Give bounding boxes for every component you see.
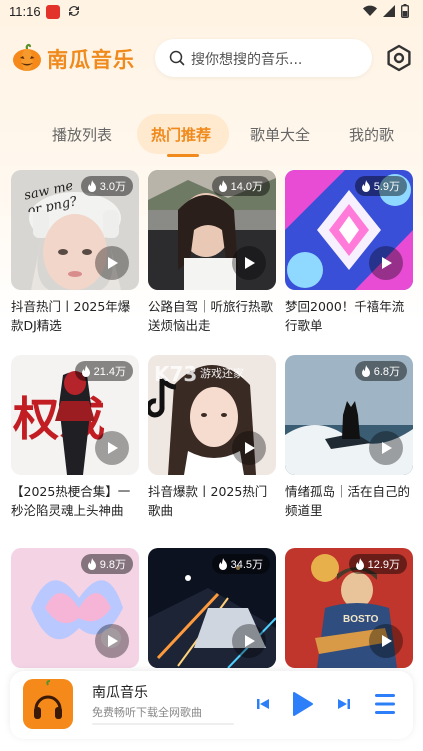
watermark-logo: K73 游戏还家 <box>154 362 244 386</box>
playlist-grid: saw me or png? 3.0万 抖音热门丨2025年爆款DJ精选 14.… <box>0 170 423 670</box>
playlist-cover: 14.0万 <box>148 170 276 290</box>
play-button[interactable] <box>95 624 129 658</box>
playlist-card[interactable]: 12.9万 BOSTO <box>285 548 413 668</box>
play-icon <box>382 635 392 647</box>
play-button[interactable] <box>232 431 266 465</box>
player-cover[interactable] <box>23 679 73 729</box>
playlist-title: 梦回2000！千禧年流行歌单 <box>285 299 405 333</box>
player-title: 南瓜音乐 <box>92 685 148 701</box>
tab-playlist[interactable]: 播放列表 <box>52 124 112 145</box>
headphones-icon <box>34 680 62 719</box>
signal-icon <box>383 5 395 17</box>
play-icon <box>382 257 392 269</box>
playlist-cover: 权戒 21.4万 <box>11 355 139 475</box>
play-count-badge: 34.5万 <box>211 554 270 574</box>
fire-icon <box>218 180 227 192</box>
play-count-badge: 5.9万 <box>354 176 407 196</box>
playlist-cover: saw me or png? 3.0万 <box>11 170 139 290</box>
play-count-badge: 3.0万 <box>80 176 133 196</box>
fire-icon <box>361 180 370 192</box>
play-button[interactable] <box>369 624 403 658</box>
tab-hot-recommend[interactable]: 热门推荐 <box>151 124 211 145</box>
playlist-title: 公路自驾｜听旅行热歌送烦恼出走 <box>148 299 274 333</box>
playlist-queue-icon[interactable] <box>374 692 396 716</box>
playlist-title: 情绪孤岛｜活在自己的频道里 <box>285 484 411 518</box>
fire-icon <box>81 365 90 377</box>
fire-icon <box>361 365 370 377</box>
play-icon <box>382 442 392 454</box>
category-tabs: 播放列表 热门推荐 歌单大全 我的歌 <box>0 112 423 158</box>
player-subtitle: 免费畅听下载全网歌曲 <box>92 706 202 719</box>
play-icon <box>108 635 118 647</box>
play-button[interactable] <box>369 431 403 465</box>
app-notification-icon <box>46 5 60 19</box>
play-count-badge: 21.4万 <box>74 361 133 381</box>
play-icon <box>245 257 255 269</box>
mini-player[interactable]: 南瓜音乐 免费畅听下载全网歌曲 <box>10 671 413 739</box>
playlist-cover: 6.8万 <box>285 355 413 475</box>
fire-icon <box>355 558 364 570</box>
play-count-badge: 6.8万 <box>354 361 407 381</box>
fire-icon <box>87 180 96 192</box>
play-count-badge: 9.8万 <box>80 554 133 574</box>
svg-text:游戏还家: 游戏还家 <box>200 366 244 380</box>
playlist-card[interactable]: 34.5万 <box>148 548 276 668</box>
settings-hexagon-icon[interactable] <box>384 43 414 73</box>
play-icon <box>245 635 255 647</box>
playlist-card[interactable]: saw me or png? 3.0万 抖音热门丨2025年爆款DJ精选 <box>11 170 139 337</box>
fire-icon <box>218 558 227 570</box>
tab-playlist-collection[interactable]: 歌单大全 <box>250 124 310 145</box>
playlist-title: 抖音爆款丨2025热门歌曲 <box>148 484 268 518</box>
previous-track-icon[interactable] <box>255 696 271 712</box>
fire-icon <box>87 558 96 570</box>
playlist-card[interactable]: 14.0万 公路自驾｜听旅行热歌送烦恼出走 <box>148 170 276 337</box>
search-icon <box>169 50 185 66</box>
pumpkin-logo-icon <box>13 43 41 71</box>
play-button[interactable] <box>232 624 266 658</box>
play-button[interactable] <box>95 246 129 280</box>
battery-icon <box>401 4 409 18</box>
tab-my-songs[interactable]: 我的歌 <box>349 124 394 145</box>
play-count-badge: 14.0万 <box>211 176 270 196</box>
playlist-title: 抖音热门丨2025年爆款DJ精选 <box>11 299 131 333</box>
search-input[interactable]: 搜你想搜的音乐... <box>155 39 372 77</box>
play-icon <box>245 442 255 454</box>
play-button[interactable] <box>232 246 266 280</box>
playlist-card[interactable]: 5.9万 梦回2000！千禧年流行歌单 <box>285 170 413 337</box>
playlist-card[interactable]: 权戒 21.4万 【2025热梗合集】一秒沦陷灵魂上头神曲 <box>11 355 139 522</box>
wifi-icon <box>363 5 377 17</box>
next-track-icon[interactable] <box>336 696 352 712</box>
play-button[interactable] <box>369 246 403 280</box>
cover-shirt-text: BOSTO <box>343 614 379 625</box>
playlist-cover: 9.8万 <box>11 548 139 668</box>
playlist-cover: 5.9万 <box>285 170 413 290</box>
playlist-card[interactable]: K73 游戏还家 抖音爆款丨2025热门歌曲 <box>148 355 276 522</box>
sync-icon <box>69 6 79 16</box>
play-icon <box>108 257 118 269</box>
svg-text:K73: K73 <box>154 362 197 386</box>
app-title: 南瓜音乐 <box>47 48 135 72</box>
play-button[interactable] <box>95 431 129 465</box>
status-time: 11:16 <box>9 4 41 19</box>
playlist-card[interactable]: 6.8万 情绪孤岛｜活在自己的频道里 <box>285 355 413 522</box>
playlist-card[interactable]: 9.8万 <box>11 548 139 668</box>
playlist-cover: 34.5万 <box>148 548 276 668</box>
play-count-badge: 12.9万 <box>348 554 407 574</box>
play-icon <box>108 442 118 454</box>
playlist-title: 【2025热梗合集】一秒沦陷灵魂上头神曲 <box>11 484 131 518</box>
search-placeholder: 搜你想搜的音乐... <box>191 52 303 68</box>
playlist-cover: 12.9万 BOSTO <box>285 548 413 668</box>
active-tab-underline <box>167 154 199 157</box>
playlist-cover: K73 游戏还家 <box>148 355 276 475</box>
status-bar: 11:16 <box>0 0 423 26</box>
player-progress-bar[interactable] <box>92 723 234 725</box>
play-pause-icon[interactable] <box>290 691 314 717</box>
